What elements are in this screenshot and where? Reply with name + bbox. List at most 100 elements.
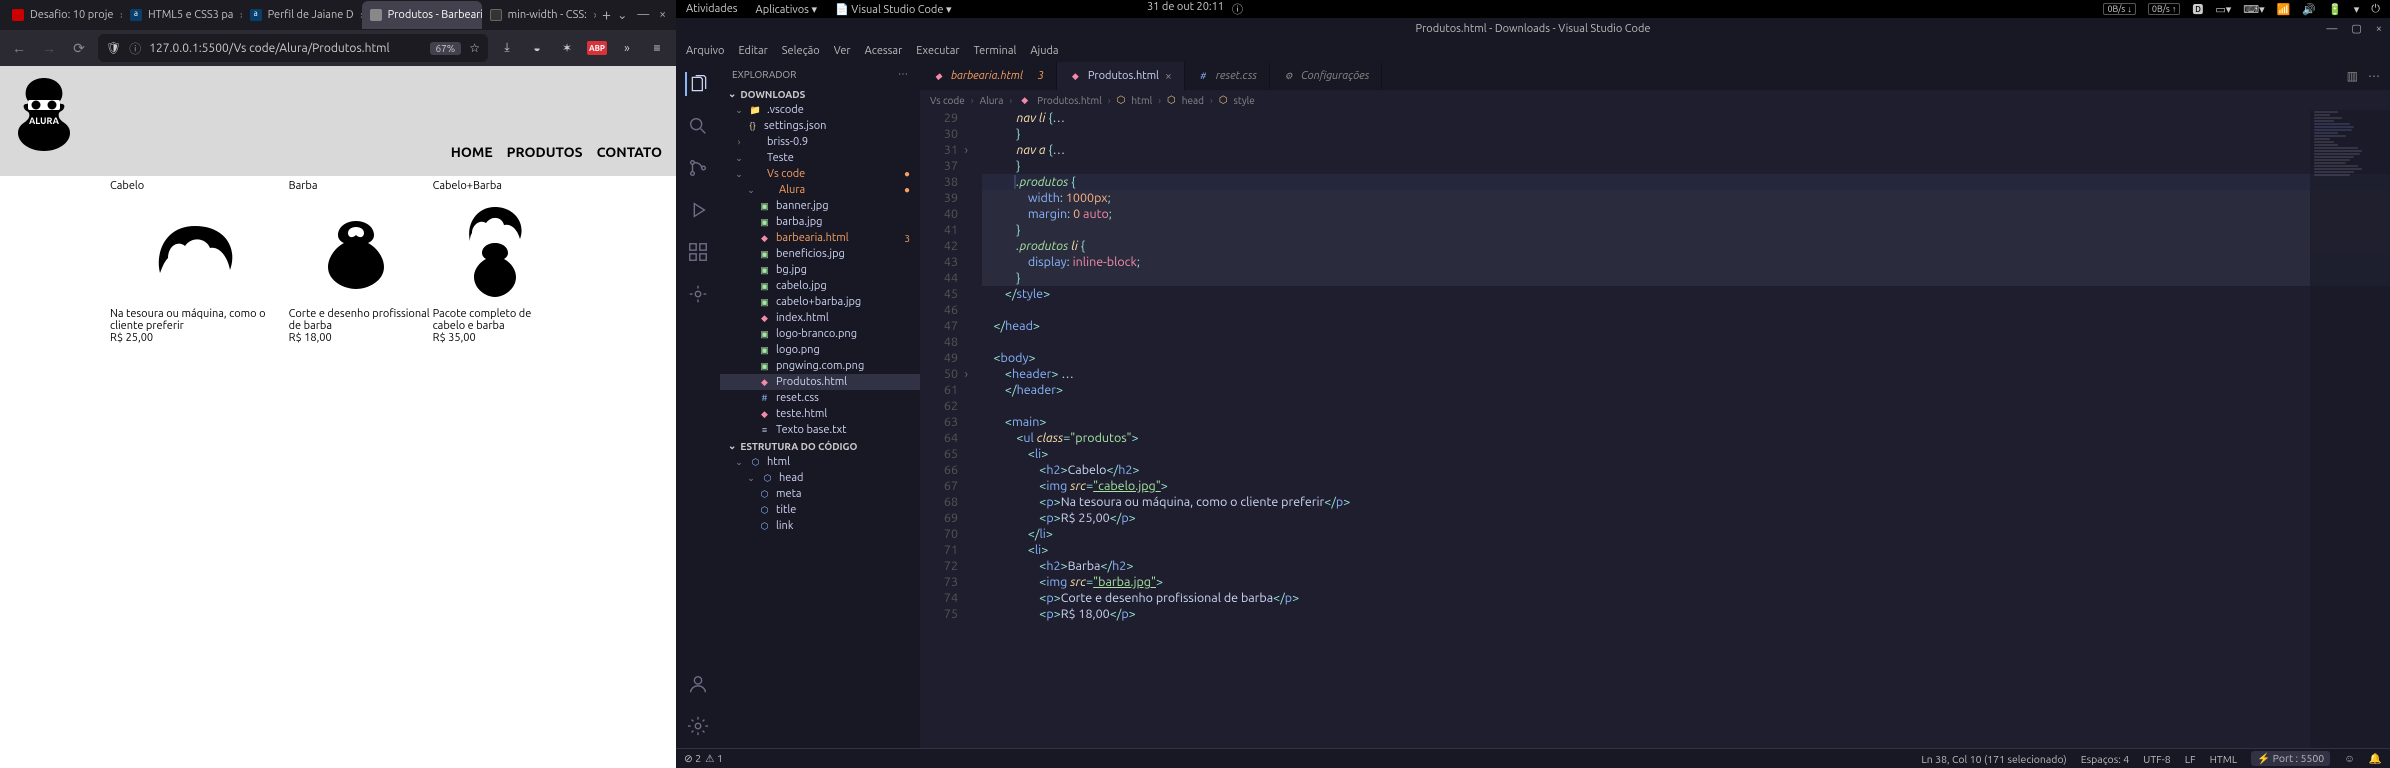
folder-alura[interactable]: ⌄Alura● xyxy=(720,182,920,198)
applications-menu[interactable]: Aplicativos ▾ xyxy=(756,3,817,16)
bookmark-icon[interactable]: ☆ xyxy=(469,41,480,55)
code-editor[interactable]: 2930313738394041424344454647484950616263… xyxy=(920,110,2390,748)
folder-teste[interactable]: ⌄Teste xyxy=(720,150,920,166)
more-icon[interactable]: ⋯ xyxy=(2368,69,2380,83)
outline-item[interactable]: ⬡title xyxy=(720,502,920,518)
maximize-icon[interactable]: ▢ xyxy=(2351,18,2361,40)
pocket-icon[interactable]: ◒ xyxy=(526,37,548,59)
outline-item[interactable]: ⌄⬡head xyxy=(720,470,920,486)
back-button[interactable]: ← xyxy=(8,37,30,59)
menu-item[interactable]: Ver xyxy=(834,45,851,57)
downloads-section[interactable]: ⌄DOWNLOADS xyxy=(720,86,920,102)
outline-section[interactable]: ⌄ESTRUTURA DO CÓDIGO xyxy=(720,438,920,454)
file-item[interactable]: ◆teste.html xyxy=(720,406,920,422)
file-produtos-active[interactable]: ◆Produtos.html xyxy=(720,374,920,390)
url-bar[interactable]: 🛡 ⓘ 127.0.0.1:5500/Vs code/Alura/Produto… xyxy=(98,34,488,62)
editor-tab[interactable]: #reset.css xyxy=(1185,62,1270,90)
browser-tab[interactable]: aHTML5 e CSS3 pa× xyxy=(122,1,242,29)
network-icon[interactable]: 📶 xyxy=(2277,3,2291,16)
minimize-icon[interactable]: — xyxy=(2326,18,2337,40)
live-server-port[interactable]: ⚡ Port : 5500 xyxy=(2251,751,2330,766)
forward-button[interactable]: → xyxy=(38,37,60,59)
editor-tab-active[interactable]: ◆Produtos.html× xyxy=(1057,62,1185,90)
extension-icon[interactable]: ✶ xyxy=(556,37,578,59)
menu-item[interactable]: Seleção xyxy=(782,45,820,57)
gear-icon[interactable] xyxy=(686,714,710,738)
nav-home[interactable]: HOME xyxy=(451,144,493,160)
split-editor-icon[interactable]: ▥ xyxy=(2347,69,2358,83)
browser-tab-active[interactable]: Produtos - Barbeari× xyxy=(362,1,482,29)
source-control-icon[interactable] xyxy=(686,156,710,180)
explorer-icon[interactable] xyxy=(685,72,709,96)
code-lines[interactable]: nav li {… } nav a {… } .produtos { width… xyxy=(966,110,2390,748)
file-item[interactable]: ▣bg.jpg xyxy=(720,262,920,278)
debug-icon[interactable] xyxy=(686,198,710,222)
file-item[interactable]: #reset.css xyxy=(720,390,920,406)
minimize-icon[interactable]: — xyxy=(637,8,649,22)
zoom-badge[interactable]: 67% xyxy=(430,42,462,55)
outline-item[interactable]: ⬡meta xyxy=(720,486,920,502)
extensions-icon[interactable] xyxy=(686,240,710,264)
extensions-icon[interactable]: » xyxy=(616,37,638,59)
search-icon[interactable] xyxy=(686,114,710,138)
discord-icon[interactable]: 🅳 xyxy=(2192,1,2203,17)
file-barbearia[interactable]: ◆barbearia.html3 xyxy=(720,230,920,246)
abp-icon[interactable]: ABP xyxy=(586,37,608,59)
language-mode[interactable]: HTML xyxy=(2210,753,2238,765)
bell-icon[interactable]: 🔔 xyxy=(2369,752,2382,765)
feedback-icon[interactable]: ☺ xyxy=(2344,752,2355,765)
account-icon[interactable] xyxy=(686,672,710,696)
nav-produtos[interactable]: PRODUTOS xyxy=(507,144,583,160)
battery-icon[interactable]: 🔋 xyxy=(2328,3,2342,16)
file-item[interactable]: ▣cabelo+barba.jpg xyxy=(720,294,920,310)
browser-tab[interactable]: Desafio: 10 proje× xyxy=(4,1,122,29)
folder-vscode[interactable]: ⌄📁.vscode xyxy=(720,102,920,118)
power-icon[interactable]: ⏻ xyxy=(2371,3,2380,16)
clock[interactable]: 31 de out 20:11ⓘ xyxy=(1147,1,1243,17)
live-share-icon[interactable] xyxy=(686,282,710,306)
file-item[interactable]: ◆index.html xyxy=(720,310,920,326)
menu-item[interactable]: Terminal xyxy=(974,45,1017,57)
editor-tab[interactable]: ◆barbearia.html 3 xyxy=(920,62,1057,90)
vscode-app-indicator[interactable]: 📄 Visual Studio Code ▾ xyxy=(835,3,951,16)
breadcrumb[interactable]: Vs code› Alura› ◆Produtos.html› ⬡html› ⬡… xyxy=(920,90,2390,110)
file-item[interactable]: ▣barba.jpg xyxy=(720,214,920,230)
menu-icon[interactable]: ≡ xyxy=(646,37,668,59)
browser-tab[interactable]: aPerfil de Jaiane D× xyxy=(242,1,362,29)
menu-item[interactable]: Arquivo xyxy=(686,45,724,57)
file-item[interactable]: ▣logo.png xyxy=(720,342,920,358)
activities-button[interactable]: Atividades xyxy=(686,3,738,15)
close-icon[interactable]: × xyxy=(1165,70,1172,83)
reload-button[interactable]: ⟳ xyxy=(68,37,90,59)
file-item[interactable]: ▣beneficios.jpg xyxy=(720,246,920,262)
close-icon[interactable]: × xyxy=(2376,18,2382,40)
dropdown-icon[interactable]: ▭▾ xyxy=(2215,3,2231,16)
close-icon[interactable]: × xyxy=(659,8,666,22)
folder-briss[interactable]: ›briss-0.9 xyxy=(720,134,920,150)
menu-item[interactable]: Editar xyxy=(738,45,767,57)
download-icon[interactable]: ⤓ xyxy=(496,37,518,59)
editor-tab[interactable]: ⚙Configurações xyxy=(1270,62,1382,90)
chevron-down-icon[interactable]: ▾ xyxy=(2354,3,2360,16)
keyboard-icon[interactable]: ⌨▾ xyxy=(2243,3,2264,16)
menu-item[interactable]: Ajuda xyxy=(1030,45,1058,57)
eol[interactable]: LF xyxy=(2185,753,2196,765)
more-icon[interactable]: ⋯ xyxy=(898,68,908,80)
errors-count[interactable]: ⊘ 2⚠ 1 xyxy=(684,752,723,765)
file-settings-json[interactable]: {}settings.json xyxy=(720,118,920,134)
file-item[interactable]: ▣banner.jpg xyxy=(720,198,920,214)
chevron-down-icon[interactable]: ⌄ xyxy=(617,8,627,22)
folder-vs-code[interactable]: ⌄Vs code● xyxy=(720,166,920,182)
minimap[interactable] xyxy=(2310,110,2390,748)
file-item[interactable]: ≡Texto base.txt xyxy=(720,422,920,438)
file-item[interactable]: ▣pngwing.com.png xyxy=(720,358,920,374)
encoding[interactable]: UTF-8 xyxy=(2143,753,2171,765)
indentation[interactable]: Espaços: 4 xyxy=(2081,753,2129,765)
cursor-position[interactable]: Ln 38, Col 10 (171 selecionado) xyxy=(1921,753,2066,765)
menu-item[interactable]: Executar xyxy=(916,45,959,57)
file-item[interactable]: ▣logo-branco.png xyxy=(720,326,920,342)
nav-contato[interactable]: CONTATO xyxy=(597,144,662,160)
outline-item[interactable]: ⌄⬡html xyxy=(720,454,920,470)
info-icon[interactable]: ⓘ xyxy=(129,40,141,57)
browser-tab[interactable]: min-width - CSS:× xyxy=(482,1,596,29)
